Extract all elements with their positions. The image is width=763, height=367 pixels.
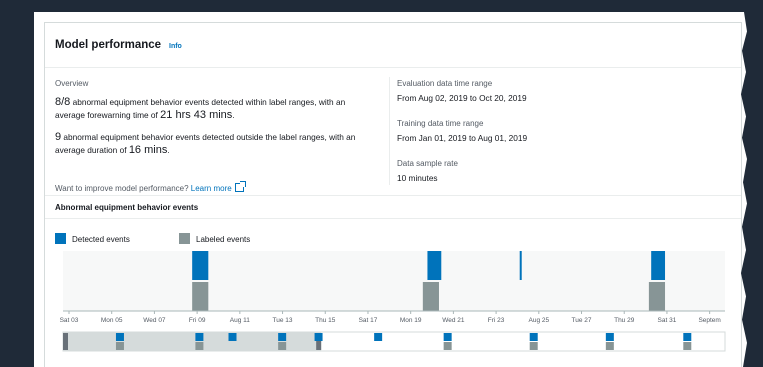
labeled-event-bar (422, 282, 439, 311)
navigator-detected-mark (115, 333, 124, 341)
screenshot-frame: Model performance Info Overview 8/8 abno… (34, 12, 752, 367)
info-link[interactable]: Info (169, 43, 182, 50)
external-link-icon (234, 181, 246, 192)
duration-value: 16 mins (128, 144, 168, 156)
within-count: 8/8 (55, 96, 71, 108)
navigator-detected-mark (228, 333, 237, 341)
within-text: abnormal equipment behavior events detec… (70, 97, 346, 107)
navigator-detected-mark (683, 333, 692, 341)
navigator-detected-mark (443, 333, 452, 341)
x-tick-label: Sat 03 (60, 317, 79, 324)
navigator-labeled-mark (443, 342, 452, 350)
train-range-value: From Jan 01, 2019 to Aug 01, 2019 (397, 133, 528, 143)
x-tick-label: Sat 17 (359, 317, 378, 324)
x-tick-label: Aug 11 (230, 317, 251, 324)
improve-performance-note: Want to improve model performance? Learn… (55, 181, 246, 193)
x-tick-label: Thu 29 (614, 317, 635, 324)
details-section: Evaluation data time range From Aug 02, … (397, 79, 717, 183)
x-tick-label: Septem (698, 317, 720, 324)
x-tick-label: Mon 19 (400, 317, 422, 324)
overview-section: Overview 8/8 abnormal equipment behavior… (55, 79, 385, 193)
x-tick-label: Tue 27 (572, 317, 592, 324)
forewarning-summary: average forewarning time of 21 hrs 43 mi… (55, 109, 385, 122)
legend-labeled-swatch (179, 233, 190, 244)
panel-header: Model performance Info (45, 23, 741, 68)
legend-detected-label: Detected events (72, 235, 130, 244)
navigator-labeled-mark (683, 342, 692, 350)
navigator-detected-mark (278, 333, 287, 341)
x-tick-label: Tue 13 (273, 317, 293, 324)
detected-event-bar (651, 251, 666, 280)
torn-paper-edge (741, 12, 752, 367)
x-tick-label: Wed 21 (442, 317, 465, 324)
detected-event-bar (427, 251, 442, 280)
navigator-labeled-mark (529, 342, 538, 350)
plot-area (63, 251, 725, 311)
navigator-handle-left (63, 333, 68, 350)
navigator-detected-mark (314, 333, 323, 341)
duration-summary: average duration of 16 mins. (55, 144, 385, 157)
x-tick-label: Fri 23 (488, 317, 505, 324)
train-range-label: Training data time range (397, 119, 484, 128)
chart-section-header: Abnormal equipment behavior events (45, 195, 741, 219)
column-divider (389, 77, 390, 185)
x-tick-label: Fri 09 (189, 317, 206, 324)
sample-rate-label: Data sample rate (397, 159, 458, 168)
detected-within-summary: 8/8 abnormal equipment behavior events d… (55, 96, 385, 109)
x-tick-label: Aug 25 (529, 317, 550, 324)
overview-label: Overview (55, 79, 89, 88)
navigator-labeled-mark (278, 342, 287, 350)
detected-event-bar (519, 251, 522, 280)
outside-text: abnormal equipment behavior events detec… (61, 132, 356, 142)
model-performance-panel: Model performance Info Overview 8/8 abno… (44, 22, 742, 367)
x-tick-label: Thu 15 (315, 317, 336, 324)
navigator-detected-mark (605, 333, 614, 341)
x-tick-label: Wed 07 (143, 317, 166, 324)
legend-detected-swatch (55, 233, 66, 244)
detected-event-bar (192, 251, 209, 280)
eval-range-value: From Aug 02, 2019 to Oct 20, 2019 (397, 93, 527, 103)
navigator-labeled-mark (195, 342, 204, 350)
x-tick-label: Sat 31 (658, 317, 677, 324)
duration-text: average duration of (55, 145, 129, 155)
forewarning-text: average forewarning time of (55, 110, 161, 120)
legend-labeled-label: Labeled events (196, 235, 251, 244)
forewarning-value: 21 hrs 43 mins (160, 109, 233, 121)
learn-more-link[interactable]: Learn more (191, 184, 232, 193)
detected-outside-summary: 9 abnormal equipment behavior events det… (55, 131, 385, 144)
eval-range-label: Evaluation data time range (397, 79, 493, 88)
navigator-labeled-mark (115, 342, 124, 350)
events-chart[interactable]: Sat 03 Mon 05 Wed 07 Fri 09 Aug 11 Tue 13 Thu … (45, 251, 741, 367)
labeled-event-bar (192, 282, 209, 311)
navigator-labeled-mark (605, 342, 614, 350)
forewarning-end: . (232, 110, 235, 120)
improve-text: Want to improve model performance? (55, 184, 191, 193)
chart-title: Abnormal equipment behavior events (55, 203, 199, 212)
panel-title: Model performance (55, 39, 162, 51)
navigator-detected-mark (374, 333, 383, 341)
labeled-event-bar (648, 282, 666, 311)
navigator-detected-mark (195, 333, 204, 341)
duration-end: . (167, 145, 170, 155)
navigator-detected-mark (529, 333, 538, 341)
x-tick-label: Mon 05 (101, 317, 123, 324)
sample-rate-value: 10 minutes (397, 173, 438, 183)
